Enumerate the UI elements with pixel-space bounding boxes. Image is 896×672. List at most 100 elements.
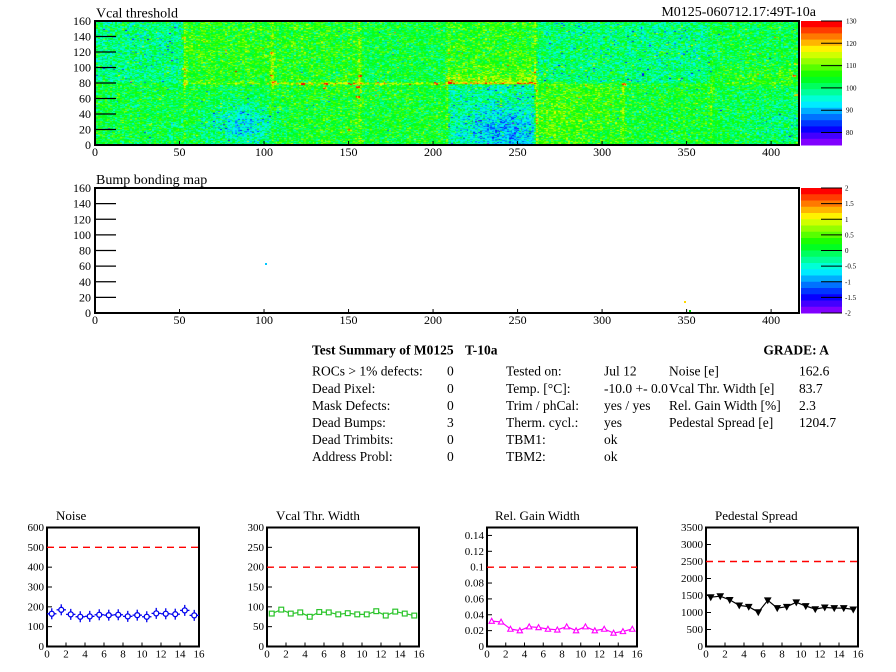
svg-text:40: 40 — [79, 275, 91, 289]
svg-text:Rel. Gain Width: Rel. Gain Width — [495, 508, 580, 523]
svg-text:600: 600 — [28, 522, 45, 534]
svg-text:0: 0 — [85, 138, 91, 152]
svg-text:10: 10 — [357, 649, 369, 661]
svg-text:100: 100 — [73, 61, 91, 75]
svg-text:6: 6 — [321, 649, 327, 661]
svg-text:3500: 3500 — [681, 522, 704, 534]
svg-text:Jul 12: Jul 12 — [604, 364, 637, 379]
svg-text:2: 2 — [283, 649, 289, 661]
svg-text:Noise: Noise — [56, 508, 87, 523]
svg-text:4: 4 — [522, 649, 528, 661]
svg-text:0: 0 — [447, 364, 454, 379]
svg-text:400: 400 — [762, 145, 780, 159]
svg-text:3000: 3000 — [681, 539, 704, 551]
svg-text:400: 400 — [28, 562, 45, 574]
svg-text:Vcal threshold: Vcal threshold — [96, 7, 178, 22]
svg-text:0: 0 — [92, 313, 98, 327]
svg-text:ok: ok — [604, 449, 618, 464]
svg-text:50: 50 — [174, 145, 186, 159]
svg-text:1500: 1500 — [681, 590, 704, 602]
svg-text:100: 100 — [846, 84, 857, 92]
svg-text:6: 6 — [760, 649, 766, 661]
svg-text:120: 120 — [73, 45, 91, 59]
svg-text:90: 90 — [846, 107, 854, 115]
svg-text:2: 2 — [503, 649, 509, 661]
svg-text:1: 1 — [845, 216, 849, 224]
svg-text:4: 4 — [302, 649, 308, 661]
svg-text:100: 100 — [28, 621, 45, 633]
svg-text:T-10a: T-10a — [465, 342, 498, 357]
svg-text:0: 0 — [264, 649, 270, 661]
svg-text:0: 0 — [447, 449, 454, 464]
svg-text:60: 60 — [79, 92, 91, 106]
svg-text:TBM2:: TBM2: — [506, 449, 546, 464]
svg-text:yes: yes — [604, 415, 622, 430]
svg-text:Vcal Thr. Width: Vcal Thr. Width — [276, 508, 360, 523]
svg-text:14: 14 — [613, 649, 625, 661]
svg-text:100: 100 — [248, 601, 265, 613]
svg-text:250: 250 — [509, 313, 527, 327]
svg-text:0: 0 — [447, 432, 454, 447]
svg-text:100: 100 — [255, 313, 273, 327]
svg-text:-1: -1 — [845, 278, 851, 286]
svg-text:200: 200 — [248, 562, 265, 574]
svg-text:0.5: 0.5 — [845, 231, 854, 239]
svg-text:120: 120 — [73, 212, 91, 226]
svg-text:Noise [e]: Noise [e] — [669, 364, 719, 379]
svg-text:0: 0 — [845, 247, 849, 255]
svg-text:Pedestal Spread [e]: Pedestal Spread [e] — [669, 415, 773, 430]
svg-text:2: 2 — [845, 185, 849, 193]
svg-text:2500: 2500 — [681, 556, 704, 568]
svg-text:160: 160 — [73, 14, 91, 28]
svg-text:Dead Bumps:: Dead Bumps: — [312, 415, 386, 430]
svg-text:-10.0 +- 0.0: -10.0 +- 0.0 — [604, 381, 668, 396]
svg-text:200: 200 — [424, 145, 442, 159]
svg-text:1000: 1000 — [681, 607, 704, 619]
svg-text:50: 50 — [253, 621, 265, 633]
svg-text:250: 250 — [248, 542, 265, 554]
svg-text:8: 8 — [559, 649, 565, 661]
svg-text:Test Summary of M0125: Test Summary of M0125 — [312, 342, 454, 357]
svg-text:Temp. [°C]:: Temp. [°C]: — [506, 381, 570, 396]
svg-text:150: 150 — [340, 145, 358, 159]
svg-text:yes / yes: yes / yes — [604, 398, 651, 413]
svg-text:12: 12 — [156, 649, 167, 661]
svg-text:2.3: 2.3 — [799, 398, 816, 413]
svg-text:120: 120 — [846, 40, 857, 48]
svg-text:80: 80 — [79, 244, 91, 258]
svg-text:0.1: 0.1 — [470, 562, 484, 574]
svg-text:200: 200 — [424, 313, 442, 327]
svg-text:Dead Pixel:: Dead Pixel: — [312, 381, 375, 396]
svg-text:50: 50 — [174, 313, 186, 327]
svg-text:20: 20 — [79, 123, 91, 137]
svg-text:0.02: 0.02 — [465, 625, 484, 637]
svg-text:60: 60 — [79, 259, 91, 273]
svg-text:ok: ok — [604, 432, 618, 447]
svg-text:6: 6 — [541, 649, 547, 661]
svg-text:10: 10 — [575, 649, 587, 661]
svg-text:100: 100 — [255, 145, 273, 159]
svg-text:80: 80 — [79, 76, 91, 90]
svg-text:0.08: 0.08 — [465, 578, 485, 590]
svg-text:TBM1:: TBM1: — [506, 432, 546, 447]
svg-text:Bump bonding map: Bump bonding map — [96, 173, 207, 188]
svg-text:16: 16 — [632, 649, 644, 661]
svg-text:0: 0 — [484, 649, 490, 661]
svg-text:Dead Trimbits:: Dead Trimbits: — [312, 432, 393, 447]
svg-text:12: 12 — [376, 649, 387, 661]
svg-text:14: 14 — [834, 649, 846, 661]
svg-text:Trim / phCal:: Trim / phCal: — [506, 398, 579, 413]
svg-text:0.14: 0.14 — [465, 530, 485, 542]
svg-text:100: 100 — [73, 228, 91, 242]
svg-text:20: 20 — [79, 290, 91, 304]
svg-text:10: 10 — [796, 649, 808, 661]
svg-text:0: 0 — [703, 649, 709, 661]
svg-text:500: 500 — [28, 542, 45, 554]
svg-text:130: 130 — [846, 18, 857, 26]
svg-text:0.04: 0.04 — [465, 609, 485, 621]
svg-text:6: 6 — [101, 649, 107, 661]
svg-text:0.12: 0.12 — [465, 546, 484, 558]
svg-text:Therm. cycl.:: Therm. cycl.: — [506, 415, 578, 430]
svg-text:300: 300 — [248, 522, 265, 534]
svg-text:2: 2 — [63, 649, 69, 661]
